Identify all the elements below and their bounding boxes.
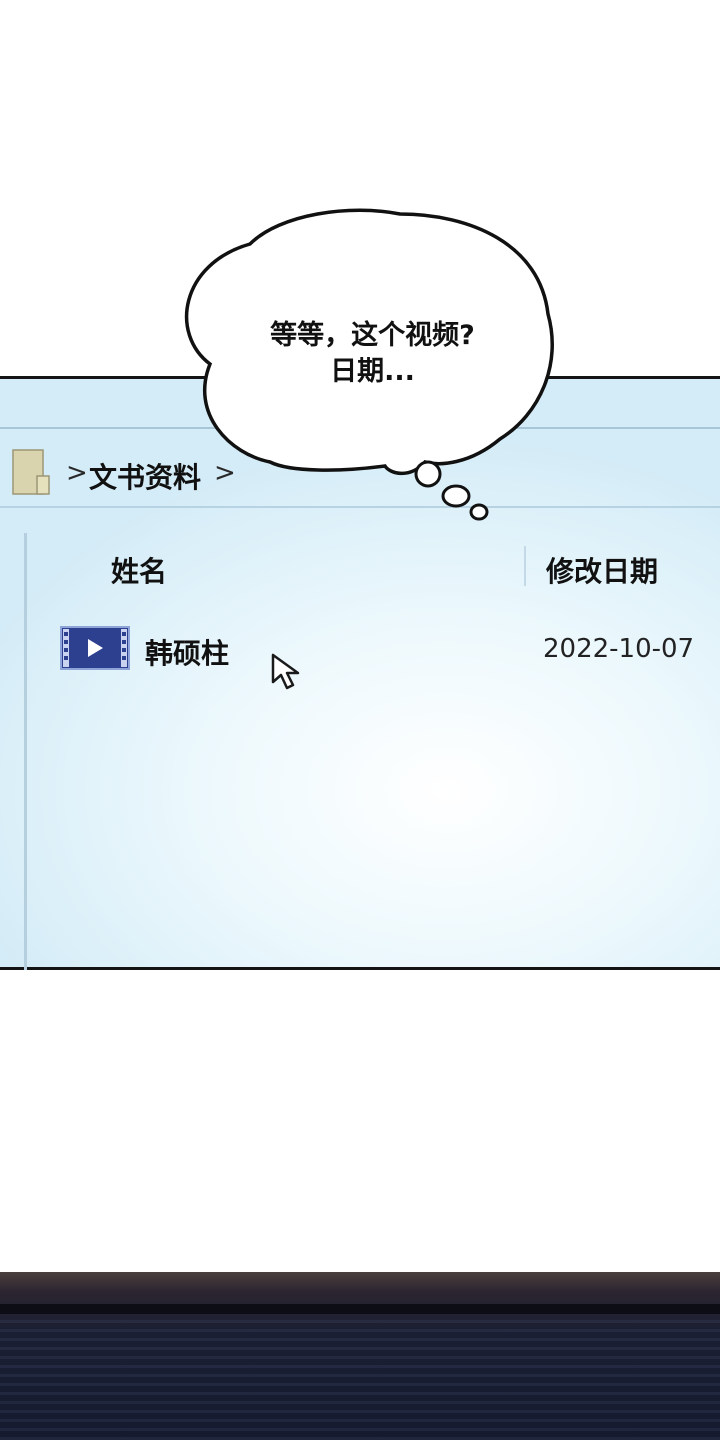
file-name[interactable]: 韩硕柱 xyxy=(145,632,229,672)
video-file-icon[interactable] xyxy=(60,626,130,670)
screen-bezel xyxy=(0,1304,720,1314)
scanline-texture xyxy=(0,1320,720,1440)
column-header-name[interactable]: 姓名 xyxy=(111,550,167,590)
navigation-pane-border xyxy=(24,533,27,970)
file-modified-date: 2022-10-07 xyxy=(543,634,695,664)
mouse-pointer-icon xyxy=(271,653,300,690)
speech-bubble-text: 等等，这个视频? 日期... xyxy=(195,318,550,390)
speech-line-1: 等等，这个视频? xyxy=(270,320,475,351)
breadcrumb-chevron-icon[interactable]: > xyxy=(66,458,88,488)
column-divider[interactable] xyxy=(524,546,526,586)
folder-icon[interactable] xyxy=(11,448,51,498)
speech-line-2: 日期... xyxy=(330,356,415,387)
column-header-modified-date[interactable]: 修改日期 xyxy=(546,550,658,590)
